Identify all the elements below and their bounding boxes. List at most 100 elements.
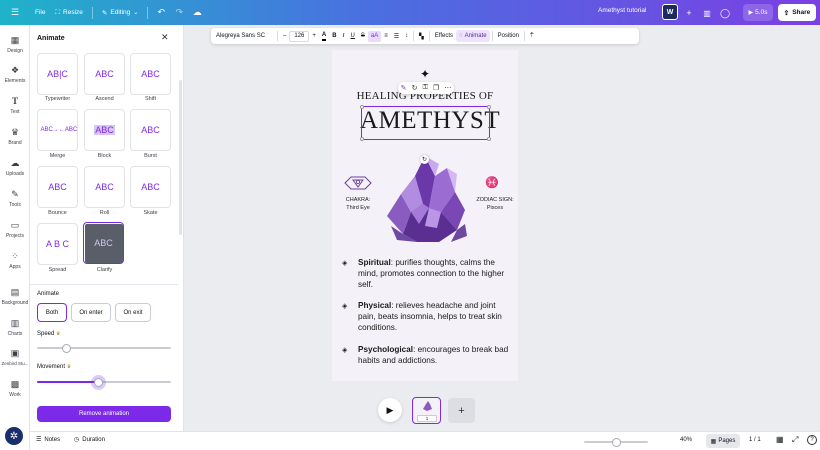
spacing-button[interactable]: ↕ [402,28,411,44]
movement-slider[interactable] [37,377,171,387]
strikethrough-button[interactable]: S [358,28,368,44]
rail-item-elements[interactable]: ❖ Elements [0,65,30,84]
anim-card-shift[interactable]: ABC [130,53,171,95]
grid-view-button[interactable]: ▦ [776,435,784,444]
lock-icon[interactable]: ⚿ [423,84,428,92]
text-selection-box[interactable] [360,105,491,141]
remove-animation-button[interactable]: Remove animation [37,406,171,422]
anim-card-clarify[interactable]: ABC [83,222,124,264]
bullet-psychological[interactable]: ◈ Psychological: encourages to break bad… [342,344,512,366]
notes-button[interactable]: ☰ Notes [36,436,60,444]
redo-button[interactable]: ↷ [170,4,188,22]
letter-case-button[interactable]: aA [367,30,382,42]
resize-button[interactable]: ⛶ Resize [50,4,87,22]
zoom-slider-thumb[interactable] [611,437,621,447]
align-button[interactable]: ≡ [381,28,391,44]
more-icon[interactable]: ⋯ [444,84,451,92]
add-collaborator-button[interactable]: + [680,4,698,22]
magic-assistant-button[interactable]: ✲ [5,427,23,445]
rail-item-apps[interactable]: ⁘ Apps [0,251,30,270]
speed-slider[interactable] [37,343,171,353]
rail-item-background[interactable]: ▤ Background [0,287,30,306]
fullscreen-button[interactable]: ⤢ [792,435,798,445]
rail-item-projects[interactable]: ▭ Projects [0,220,30,239]
rail-label: Zenbird Stu... [1,361,29,366]
anim-card-bounce[interactable]: ABC [37,166,78,208]
anim-label: Roll [99,210,110,216]
movement-slider-thumb[interactable] [94,377,104,387]
help-button[interactable]: ? [807,435,817,445]
pages-button[interactable]: ▦ Pages [706,434,740,448]
resize-handle[interactable] [487,137,491,141]
effects-button[interactable]: Effects [432,28,456,44]
bullet-spiritual[interactable]: ◈ Spiritual: purifies thoughts, calms th… [342,257,512,290]
rail-item-work[interactable]: ▩ Work [0,379,30,398]
zoom-level[interactable]: 40% [680,437,692,443]
bold-button[interactable]: B [329,28,339,44]
editing-dropdown[interactable]: ✎ Editing ⌄ [97,4,143,22]
shift-preview: ABC [141,69,160,79]
rail-item-text[interactable]: T Text [0,96,30,115]
anim-card-block[interactable]: ABC [84,109,125,151]
speed-slider-thumb[interactable] [61,343,71,353]
transparency-button[interactable]: ▚ [416,28,427,44]
divider [413,31,415,41]
resize-handle[interactable] [487,105,491,109]
design-icon: ▦ [10,35,20,45]
mode-on-exit-button[interactable]: On exit [115,303,151,322]
undo-button[interactable]: ↶ [152,4,170,22]
close-panel-button[interactable]: ✕ [161,32,169,43]
refresh-icon[interactable]: ↻ [412,84,418,92]
mode-on-enter-button[interactable]: On enter [71,303,111,322]
italic-button[interactable]: I [340,28,348,44]
anim-card-roll[interactable]: ABC [84,166,125,208]
text-color-button[interactable]: A [319,28,329,44]
menu-toggle[interactable]: ☰ [0,0,30,25]
rail-item-zenbird[interactable]: ▣ Zenbird Stu... [0,348,30,367]
decrease-font-button[interactable]: – [280,28,289,44]
anim-card-merge[interactable]: ABC→←ABC [37,109,78,151]
duration-button[interactable]: ◷ Duration [74,436,105,444]
share-button[interactable]: ⇪ Share [778,4,816,21]
avatar[interactable]: W [662,4,678,20]
play-button[interactable]: ▶ [378,398,402,422]
position-button[interactable]: Position [495,28,522,44]
list-button[interactable]: ☰ [391,28,402,44]
rail-item-tools[interactable]: ✎ Tools [0,189,30,208]
font-size-input[interactable]: 126 [289,30,310,42]
rail-item-uploads[interactable]: ☁ Uploads [0,158,30,177]
file-menu[interactable]: File [30,4,50,22]
zoom-slider[interactable] [584,437,648,447]
amethyst-crystal-image[interactable] [379,154,469,246]
anim-card-burst[interactable]: ABC [130,109,171,151]
font-family-select[interactable]: Alegreya Sans SC [211,28,275,44]
mode-both-button[interactable]: Both [37,303,67,322]
design-page[interactable]: ✦ HEALING PROPERTIES OF AMETHYST CHAKRA:… [332,50,518,381]
increase-font-button[interactable]: + [309,28,319,44]
resize-handle[interactable] [360,137,364,141]
anim-card-spread[interactable]: A B C [37,223,78,265]
document-title[interactable]: Amethyst tutorial [598,7,646,14]
underline-button[interactable]: U [348,28,358,44]
comment-button[interactable]: ◯ [716,4,734,22]
anim-card-typewriter[interactable]: AB|C [37,53,78,95]
animate-button[interactable]: ◌ Animate [456,30,490,42]
bullet-physical[interactable]: ◈ Physical: relieves headache and joint … [342,300,512,333]
copy-style-button[interactable]: ⍑ [527,28,537,44]
rail-item-design[interactable]: ▦ Design [0,35,30,54]
resize-handle[interactable] [360,105,364,109]
play-preview-button[interactable]: ▶ 5.0s [743,4,773,21]
panel-scrollbar[interactable] [179,80,182,235]
magic-edit-icon[interactable]: ✎ [401,84,407,92]
copy-icon[interactable]: ❐ [433,84,439,92]
anim-card-ascend[interactable]: ABC [84,53,125,95]
insights-button[interactable]: ▥ [698,4,716,22]
bottom-bar: ☰ Notes ◷ Duration 40% ▦ Pages 1 / 1 ▦ ⤢… [30,431,820,450]
rail-item-charts[interactable]: ▥ Charts [0,318,30,337]
rail-item-brand[interactable]: ♛ Brand [0,127,30,146]
add-page-button[interactable]: + [448,398,475,423]
anim-card-skate[interactable]: ABC [130,166,171,208]
cloud-save-button[interactable]: ☁ [188,4,206,22]
page-thumbnail[interactable]: 1 [412,397,441,424]
rotate-handle[interactable]: ↻ [420,155,429,164]
